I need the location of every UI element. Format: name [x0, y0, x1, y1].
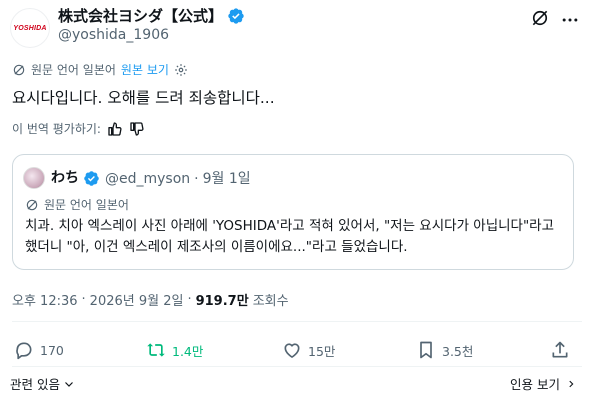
heart-icon: [284, 343, 300, 358]
repost-button[interactable]: 1.4만: [146, 340, 203, 360]
tweet-time[interactable]: 오후 12:36: [12, 290, 78, 309]
quoted-translation-row: 원문 언어 일본어: [25, 196, 129, 213]
share-button[interactable]: [550, 340, 570, 360]
rate-translation-row: 이 번역 평가하기:: [12, 120, 145, 137]
translation-settings-icon[interactable]: [174, 63, 188, 77]
grok-icon: [532, 10, 548, 26]
account-name[interactable]: 株式会社ヨシダ【公式】: [58, 6, 245, 26]
reply-count: 170: [40, 342, 64, 358]
view-quotes-label: 인용 보기: [510, 377, 560, 392]
yoshida-logo: YOSHIDA: [13, 24, 47, 32]
action-bar: 170 1.4만 15만 3.5천: [14, 340, 574, 362]
like-button[interactable]: 15만: [282, 340, 335, 360]
quoted-date[interactable]: 9월 1일: [203, 169, 251, 189]
share-icon: [552, 341, 568, 358]
grok-button[interactable]: [530, 8, 550, 28]
quoted-translation-label: 원문 언어 일본어: [44, 198, 129, 212]
quoted-display-name: わち: [51, 170, 79, 186]
view-count: 919.7만: [195, 294, 249, 309]
verified-badge-icon: [83, 170, 100, 187]
tweet-date[interactable]: 2026년 9월 2일: [90, 290, 184, 309]
avatar[interactable]: YOSHIDA: [10, 8, 50, 48]
divider: [12, 321, 582, 322]
separator-dot: ·: [81, 292, 86, 307]
quoted-handle[interactable]: @ed_myson: [105, 169, 190, 189]
related-label: 관련 있음: [10, 377, 60, 392]
quoted-author[interactable]: わち: [51, 168, 100, 188]
repost-count: 1.4만: [172, 343, 204, 359]
repost-icon: [147, 343, 165, 357]
quoted-avatar[interactable]: [23, 167, 45, 189]
account-handle[interactable]: @yoshida_1906: [58, 26, 169, 44]
translation-row: 원문 언어 일본어 원본 보기: [12, 61, 188, 78]
translate-icon: [25, 198, 39, 212]
like-count: 15만: [308, 343, 336, 359]
bookmark-button[interactable]: 3.5천: [416, 340, 473, 360]
divider: [12, 366, 582, 367]
related-toggle[interactable]: 관련 있음: [10, 374, 75, 393]
quoted-tweet-card[interactable]: わち @ed_myson · 9월 1일 원문 언어 일본어 치과. 치아 엑스…: [12, 154, 574, 270]
view-quotes-link[interactable]: 인용 보기: [510, 374, 576, 393]
verified-badge-icon: [227, 7, 245, 25]
chevron-right-icon: [566, 378, 576, 390]
show-original-link[interactable]: 원본 보기: [121, 61, 169, 78]
bookmark-icon: [420, 341, 432, 359]
more-options-button[interactable]: [560, 10, 580, 30]
quoted-handle-row: @ed_myson · 9월 1일: [105, 169, 251, 189]
translate-icon: [12, 63, 26, 77]
reply-icon: [16, 342, 32, 360]
separator-dot: ·: [187, 292, 192, 307]
views-label: 조회수: [252, 294, 289, 309]
thumbs-up-icon[interactable]: [107, 121, 123, 137]
quoted-tweet-text: 치과. 치아 엑스레이 사진 아래에 'YOSHIDA'라고 적혀 있어서, "…: [25, 218, 555, 255]
rate-translation-label: 이 번역 평가하기:: [12, 122, 101, 136]
reply-button[interactable]: 170: [14, 340, 64, 360]
more-icon: [562, 18, 578, 22]
display-name: 株式会社ヨシダ【公式】: [58, 7, 224, 25]
chevron-down-icon: [63, 378, 75, 390]
tweet-meta: 오후 12:36 · 2026년 9월 2일 · 919.7만 조회수: [12, 290, 289, 309]
tweet-text: 요시다입니다. 오해를 드려 죄송합니다...: [12, 89, 275, 107]
thumbs-down-icon[interactable]: [129, 121, 145, 137]
bookmark-count: 3.5천: [442, 343, 474, 359]
translation-source-label: 원문 언어 일본어: [31, 63, 116, 77]
separator-dot: ·: [194, 171, 199, 187]
